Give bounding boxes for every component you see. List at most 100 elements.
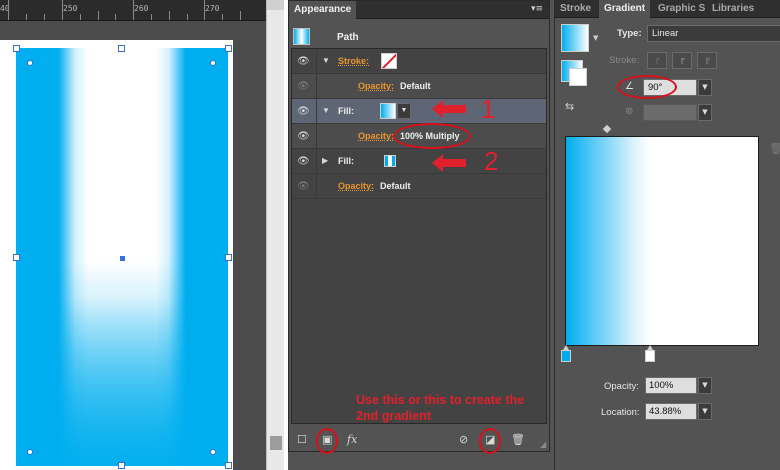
panel-menu-icon[interactable]: ▾≡ xyxy=(531,4,543,14)
disclosure-triangle-icon[interactable]: ▼ xyxy=(322,106,330,115)
ruler-tick xyxy=(169,11,170,20)
gradient-slider-preview[interactable] xyxy=(565,136,759,346)
document-canvas[interactable]: 40 250 260 270 xyxy=(0,0,266,470)
bounding-handle-ml[interactable] xyxy=(13,254,20,261)
eye-icon[interactable]: 👁 xyxy=(297,81,310,92)
divider xyxy=(316,74,317,98)
annotation-arrow-1 xyxy=(432,100,466,118)
tab-graphic-styles[interactable]: Graphic S xyxy=(653,0,710,18)
divider xyxy=(316,49,317,73)
gradient-stop[interactable] xyxy=(561,345,571,362)
object-opacity-row[interactable]: 👁 Opacity: Default xyxy=(292,174,546,199)
stroke-label: Stroke: xyxy=(609,55,640,66)
ruler-tick xyxy=(80,14,81,20)
ruler-label: 270 xyxy=(205,4,220,13)
vertical-scrollbar[interactable] xyxy=(266,0,285,470)
ruler-tick xyxy=(8,0,9,20)
chevron-down-icon[interactable]: ▼ xyxy=(698,377,712,394)
tab-stroke[interactable]: Stroke xyxy=(555,0,596,18)
bounding-handle-bc[interactable] xyxy=(118,462,125,469)
object-type-label: Path xyxy=(337,32,359,43)
fill-label: Fill: xyxy=(338,156,354,166)
add-stroke-icon[interactable]: ☐ xyxy=(297,433,307,446)
live-corner-widget[interactable] xyxy=(27,449,33,455)
fill-opacity-label[interactable]: Opacity: xyxy=(358,131,394,141)
fill-row-1[interactable]: 👁 ▼ Fill: ▼ xyxy=(292,99,546,124)
opacity-label[interactable]: Opacity: xyxy=(338,181,374,191)
location-input[interactable]: 43.88% xyxy=(645,403,697,420)
annotation-circle xyxy=(479,428,501,454)
trash-icon[interactable]: 🗑 xyxy=(511,433,525,446)
resize-grip-icon[interactable]: ◢ xyxy=(540,440,550,450)
stroke-opacity-label[interactable]: Opacity: xyxy=(358,81,394,91)
trash-icon[interactable]: 🗑 xyxy=(769,142,780,155)
eye-icon[interactable]: 👁 xyxy=(297,56,310,67)
live-corner-widget[interactable] xyxy=(210,449,216,455)
bounding-handle-tc[interactable] xyxy=(118,45,125,52)
scrollbar-thumb[interactable] xyxy=(270,436,282,450)
annotation-circle xyxy=(617,75,677,99)
fill-row-2[interactable]: 👁 ▶ Fill: xyxy=(292,149,546,174)
opacity-label: Opacity: xyxy=(604,381,639,392)
divider xyxy=(316,149,317,173)
gradient-swatch-icon[interactable] xyxy=(384,155,396,167)
tab-gradient[interactable]: Gradient xyxy=(599,0,651,18)
location-label: Location: xyxy=(601,407,640,418)
live-corner-widget[interactable] xyxy=(210,60,216,66)
ruler-tick xyxy=(44,14,45,20)
fx-icon[interactable]: fx xyxy=(347,433,357,446)
gradient-swatch-icon[interactable] xyxy=(561,24,589,52)
bounding-handle-mr[interactable] xyxy=(225,254,232,261)
eye-icon[interactable]: 👁 xyxy=(297,181,310,192)
opacity-input[interactable]: 100% xyxy=(645,377,697,394)
stroke-opacity-row[interactable]: 👁 Opacity: Default xyxy=(292,74,546,99)
divider xyxy=(316,99,317,123)
stroke-opacity-value: Default xyxy=(400,81,431,91)
ruler-tick xyxy=(151,14,152,20)
gradient-stop[interactable] xyxy=(645,345,655,362)
horizontal-ruler: 40 250 260 270 xyxy=(0,0,266,21)
reverse-gradient-icon[interactable]: ⇆ xyxy=(565,100,574,113)
eye-icon[interactable]: 👁 xyxy=(297,131,310,142)
tab-libraries[interactable]: Libraries xyxy=(707,0,759,18)
stroke-label[interactable]: Stroke: xyxy=(338,56,369,66)
ruler-tick xyxy=(204,0,205,20)
gradient-type-select[interactable]: Linear xyxy=(647,25,780,42)
tab-appearance[interactable]: Appearance xyxy=(289,1,357,19)
chevron-down-icon[interactable]: ▼ xyxy=(698,403,712,420)
annotation-circle xyxy=(316,428,338,454)
none-swatch-icon[interactable] xyxy=(381,53,397,69)
center-point xyxy=(120,256,125,261)
annotation-number-2: 2 xyxy=(484,146,499,176)
annotation-circle xyxy=(393,123,471,149)
live-corner-widget[interactable] xyxy=(27,60,33,66)
stroke-row[interactable]: 👁 ▼ Stroke: xyxy=(292,49,546,74)
chevron-down-icon[interactable]: ▼ xyxy=(593,34,598,42)
ruler-tick xyxy=(115,14,116,20)
eye-icon[interactable]: 👁 xyxy=(297,156,310,167)
ruler-tick xyxy=(62,0,63,20)
location-value: 43.88% xyxy=(649,406,682,417)
disclosure-triangle-icon[interactable]: ▼ xyxy=(322,56,330,65)
stroke-swatch-icon[interactable] xyxy=(569,68,587,86)
appearance-tabbar: Appearance ▾≡ xyxy=(289,1,549,19)
divider xyxy=(316,124,317,148)
annotation-arrow-2 xyxy=(432,154,466,172)
eye-icon[interactable]: 👁 xyxy=(297,106,310,117)
gradient-swatch-icon[interactable] xyxy=(380,103,396,119)
gradient-tabbar: Stroke Gradient Graphic S Libraries xyxy=(555,0,780,18)
bounding-handle-br[interactable] xyxy=(225,462,232,469)
stroke-gradient-within-icon[interactable]: ┌ xyxy=(647,52,667,69)
midpoint-diamond-icon[interactable] xyxy=(602,124,612,134)
clear-icon[interactable]: ⊘ xyxy=(459,433,468,446)
stroke-gradient-along-icon[interactable]: ┏ xyxy=(672,52,692,69)
appearance-attributes-list: 👁 ▼ Stroke: 👁 Opacity: Default 👁 ▼ Fill:… xyxy=(291,48,547,424)
ruler-tick xyxy=(98,11,99,20)
bounding-handle-tl[interactable] xyxy=(13,45,20,52)
disclosure-triangle-icon[interactable]: ▶ xyxy=(322,156,328,165)
chevron-down-icon[interactable]: ▼ xyxy=(698,79,712,96)
chevron-down-icon[interactable]: ▼ xyxy=(397,103,411,119)
bounding-handle-tr[interactable] xyxy=(225,45,232,52)
opacity-value: Default xyxy=(380,181,411,191)
stroke-gradient-across-icon[interactable]: ╔ xyxy=(697,52,717,69)
